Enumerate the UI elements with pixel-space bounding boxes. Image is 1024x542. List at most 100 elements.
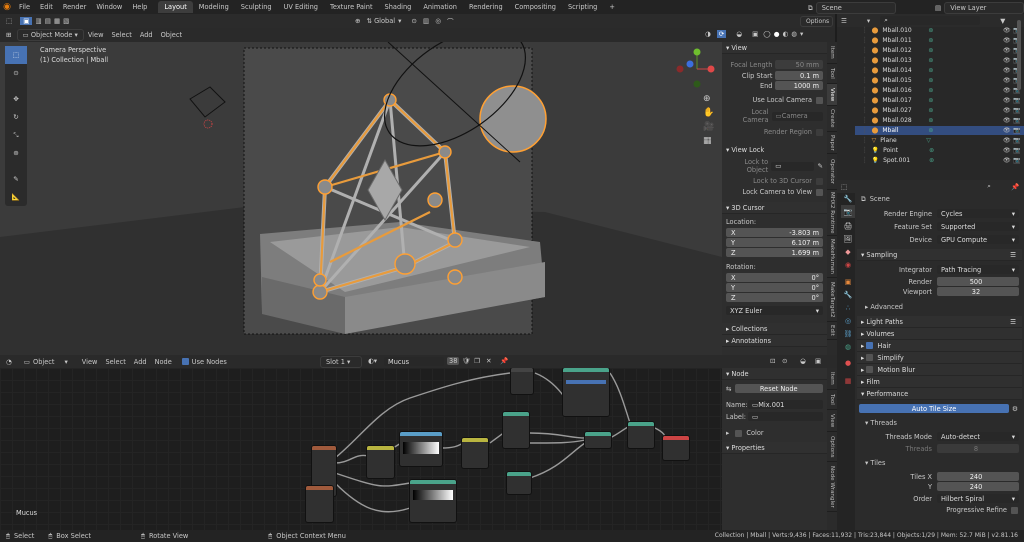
node-noise-texture[interactable] <box>400 432 442 466</box>
use-local-camera-checkbox[interactable] <box>816 96 823 104</box>
node-color-checkbox[interactable] <box>735 429 743 437</box>
integrator-dropdown[interactable]: Path Tracing ▾ <box>937 265 1019 274</box>
select-extend-icon[interactable]: ▥ <box>35 17 41 25</box>
particles-properties-icon[interactable]: ∴ <box>841 301 855 314</box>
shading-options-icon[interactable]: ▾ <box>800 30 803 38</box>
film-header[interactable]: ▸ Film <box>857 376 1022 388</box>
order-dropdown[interactable]: Hilbert Spiral ▾ <box>937 494 1019 503</box>
threads-mode-dropdown[interactable]: Auto-detect ▾ <box>937 432 1019 441</box>
reset-node-button[interactable]: Reset Node <box>734 384 823 393</box>
node-mix-shader[interactable] <box>628 422 654 448</box>
node-editor-type-icon[interactable]: ◔ <box>6 358 12 366</box>
camera-render-icon[interactable]: 📷 <box>1013 97 1020 104</box>
scale-tool-icon[interactable]: ⤡ <box>5 126 27 144</box>
metaball-data-icon[interactable]: ⊛ <box>928 57 933 64</box>
cursor-tool-icon[interactable]: ⊙ <box>5 64 27 82</box>
tool-settings-icon[interactable]: ⬚ <box>6 17 12 25</box>
node-menu-add[interactable]: Add <box>130 358 151 366</box>
render-properties-icon[interactable]: 📷 <box>841 205 855 218</box>
outliner-row[interactable]: ┊ 💡 Spot.001 ⊛ 👁 📷 <box>855 156 1024 165</box>
viewport-menu-object[interactable]: Object <box>157 31 186 39</box>
zoom-icon[interactable]: ⊕ <box>703 94 714 108</box>
eye-icon[interactable]: 👁 <box>1003 107 1011 114</box>
mode-dropdown[interactable]: ▭ Object Mode ▾ <box>16 29 84 41</box>
rendered-shading-icon[interactable]: ◍ <box>791 30 797 38</box>
overlay-icon[interactable]: ◒ <box>736 30 742 38</box>
node-add-shader[interactable] <box>585 432 611 448</box>
node-mix[interactable] <box>462 438 488 468</box>
object-properties-icon[interactable]: ▣ <box>841 275 855 288</box>
slot-dropdown[interactable]: Slot 1 ▾ <box>320 356 362 368</box>
tab-texture-paint[interactable]: Texture Paint <box>324 1 379 13</box>
tool-properties-icon[interactable]: 🔧 <box>841 192 855 205</box>
blender-logo-icon[interactable]: ◉ <box>0 2 14 12</box>
node-vector-math[interactable] <box>367 446 394 478</box>
fake-user-icon[interactable]: 🛡 <box>462 357 470 365</box>
node-tab-options[interactable]: Options <box>827 432 837 462</box>
outliner-row[interactable]: ┊ ⬤ Mball ⊛ 👁 📷 <box>855 126 1024 136</box>
hair-header[interactable]: ▸ Hair <box>857 340 1022 352</box>
transform-orientation[interactable]: ⊕ ⇅ Global ▾ ⊙ ▥ ◎ ⌒ <box>355 16 454 26</box>
feature-set-dropdown[interactable]: Supported ▾ <box>937 222 1019 231</box>
outliner-row[interactable]: ┊⬤Mball.013⊛👁📷 <box>855 56 1024 65</box>
tab-mhx2-runtime[interactable]: MHX2 Runtime <box>827 190 837 236</box>
node-color-row[interactable]: ▸ Color <box>726 429 823 437</box>
outliner-row[interactable]: ┊⬤Mball.014⊛👁📷 <box>855 66 1024 75</box>
physics-properties-icon[interactable]: ◎ <box>841 314 855 327</box>
node-menu-view[interactable]: View <box>78 358 102 366</box>
node-material-output[interactable] <box>663 436 689 460</box>
tab-uv-editing[interactable]: UV Editing <box>278 1 324 13</box>
outliner-row[interactable]: ┊ ⬤ Mball.017 ⊛ 👁 📷 <box>855 96 1024 105</box>
shader-type-dropdown[interactable]: Object <box>33 358 54 366</box>
display-mode-icon[interactable]: ▾ <box>867 17 870 25</box>
unlink-icon[interactable]: ✕ <box>486 357 492 365</box>
camera-render-icon[interactable]: 📷 <box>1013 127 1020 134</box>
backdrop-icon[interactable]: ▣ <box>815 357 821 365</box>
metaball-data-icon[interactable]: ⊛ <box>928 117 933 124</box>
select-invert-icon[interactable]: ▦ <box>54 17 60 25</box>
duplicate-icon[interactable]: ❐ <box>474 357 480 365</box>
view-layer-properties-icon[interactable]: 🖼 <box>841 232 855 245</box>
rotate-tool-icon[interactable]: ↻ <box>5 108 27 126</box>
outliner-row[interactable]: ┊ ⬤ Mball.027 ⊛ 👁 📷 <box>855 106 1024 115</box>
node-menu-select[interactable]: Select <box>101 358 129 366</box>
snap-icon[interactable]: ⊙ <box>411 17 417 25</box>
cursor-x-field[interactable]: X -3.803 m <box>726 228 823 237</box>
snap-element-icon[interactable]: ⊙ <box>782 357 788 365</box>
eye-icon[interactable]: 👁 <box>1003 157 1011 164</box>
simplify-checkbox[interactable] <box>866 354 874 361</box>
node-name-field[interactable]: ▭ Mix.001 <box>748 400 823 409</box>
editor-type-icon[interactable]: ⊞ <box>6 31 12 39</box>
node-math[interactable] <box>507 472 531 494</box>
menu-file[interactable]: File <box>14 3 35 11</box>
viewport-menu-view[interactable]: View <box>84 31 108 39</box>
metaball-data-icon[interactable]: ⊛ <box>928 127 933 134</box>
render-samples-field[interactable]: 500 <box>937 277 1019 286</box>
scene-name[interactable]: Scene <box>815 2 896 14</box>
tab-create[interactable]: Create <box>827 106 837 132</box>
scene-properties-icon[interactable]: ◆ <box>841 245 855 258</box>
measure-tool-icon[interactable]: 📐 <box>5 188 27 206</box>
outliner-search-field[interactable]: ⌕ <box>880 16 981 25</box>
tab-shading[interactable]: Shading <box>379 1 418 13</box>
eye-icon[interactable]: 👁 <box>1003 47 1011 54</box>
solid-shading-icon[interactable]: ● <box>774 30 780 38</box>
node-tab-node-wrangler[interactable]: Node Wrangler <box>827 462 837 512</box>
light-data-icon[interactable]: ⊛ <box>929 157 934 164</box>
node-label-field[interactable]: ▭ <box>748 412 823 421</box>
view-layer-name[interactable]: View Layer <box>944 2 1024 14</box>
eye-icon[interactable]: 👁 <box>1003 77 1011 84</box>
outliner-row[interactable]: ┊⬤Mball.012⊛👁📷 <box>855 46 1024 55</box>
tab-edit[interactable]: Edit <box>827 322 837 340</box>
view-panel-header[interactable]: ▾ View <box>722 42 827 54</box>
eye-icon[interactable]: 👁 <box>1003 137 1011 144</box>
mesh-data-icon[interactable]: ▽ <box>926 137 931 144</box>
tab-view[interactable]: View <box>827 84 837 106</box>
cursor-z-field[interactable]: Z 1.699 m <box>726 248 823 257</box>
tab-modeling[interactable]: Modeling <box>193 1 235 13</box>
options-dropdown[interactable]: Options <box>800 16 833 27</box>
eye-icon[interactable]: 👁 <box>1003 27 1011 34</box>
node-overlay-icon[interactable]: ◒ <box>800 357 806 365</box>
material-properties-icon[interactable]: ● <box>841 356 855 369</box>
collections-header[interactable]: ▸ Collections <box>722 323 827 335</box>
